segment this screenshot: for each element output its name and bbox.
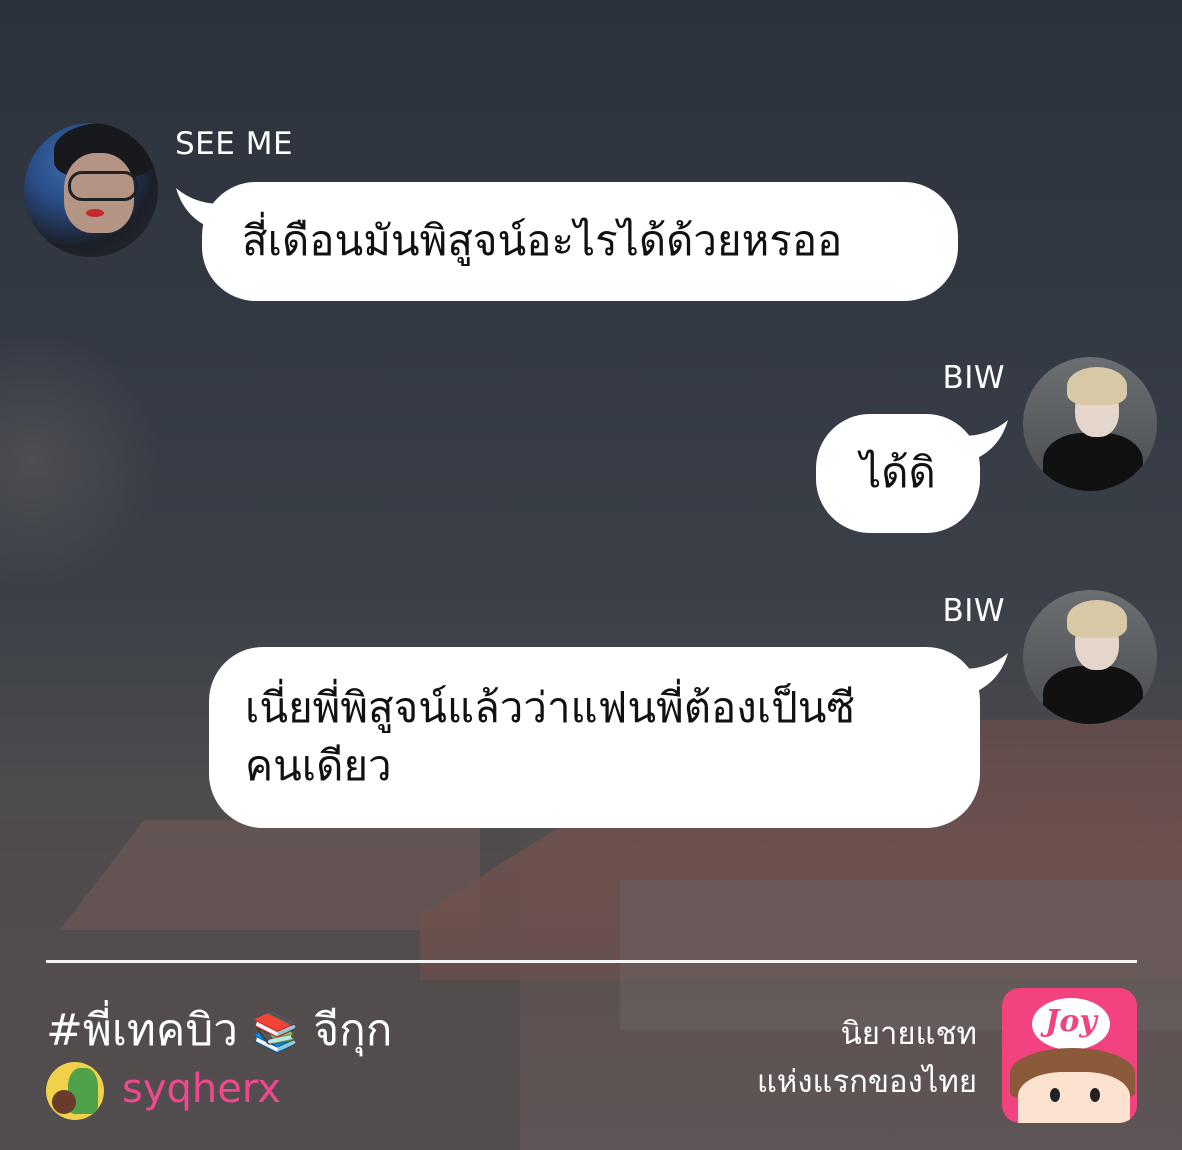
tagline-line: นิยายแชท [840,1016,977,1052]
logo-text: Joy [1045,1004,1097,1039]
logo-eye [1050,1088,1060,1102]
message-text-line: คนเดียว [245,741,392,790]
sender-name-biw: BIW [942,360,1005,396]
logo-eye [1090,1088,1100,1102]
message-bubble[interactable]: สี่เดือนมันพิสูจน์อะไรได้ด้วยหรออ [202,182,958,301]
app-tagline: นิยายแชท แห่งแรกของไทย [757,1010,977,1106]
avatar-biw[interactable] [1023,590,1157,724]
hashtag-text: #พี่เทคบิว [46,1005,238,1056]
message-text: สี่เดือนมันพิสูจน์อะไรได้ด้วยหรออ [242,216,843,265]
message-text-line: เนี่ยพี่พิสูจน์แล้วว่าแฟนพี่ต้องเป็นซี [245,683,856,732]
avatar-see-me[interactable] [24,123,158,257]
message-text: ได้ดิ [860,448,936,497]
bg-glow [0,330,160,590]
author-avatar-icon[interactable] [46,1062,104,1120]
message-bubble[interactable]: เนี่ยพี่พิสูจน์แล้วว่าแฟนพี่ต้องเป็นซี ค… [209,647,980,828]
sender-name-biw: BIW [942,593,1005,629]
books-icon: 📚 [251,1010,300,1054]
joy-logo-icon[interactable]: Joy [1002,988,1137,1123]
tagline-line: แห่งแรกของไทย [756,1064,977,1100]
sender-name-see-me: SEE ME [175,126,294,162]
author-name[interactable]: syqherx [122,1066,281,1112]
footer-divider [46,960,1137,963]
message-bubble[interactable]: ได้ดิ [816,414,980,533]
hashtag-suffix: จีกุก [313,1005,393,1056]
ball-icon [52,1090,76,1114]
avatar-hair [1067,367,1127,405]
avatar-hair [1067,600,1127,638]
avatar-body [1043,666,1143,724]
logo-face [1018,1072,1130,1123]
avatar-lips [86,209,104,217]
background-photo [0,0,1182,1150]
avatar-glasses [68,171,138,201]
avatar-body [1043,433,1143,491]
avatar-biw[interactable] [1023,357,1157,491]
story-hashtag[interactable]: #พี่เทคบิว 📚 จีกุก [46,995,392,1065]
